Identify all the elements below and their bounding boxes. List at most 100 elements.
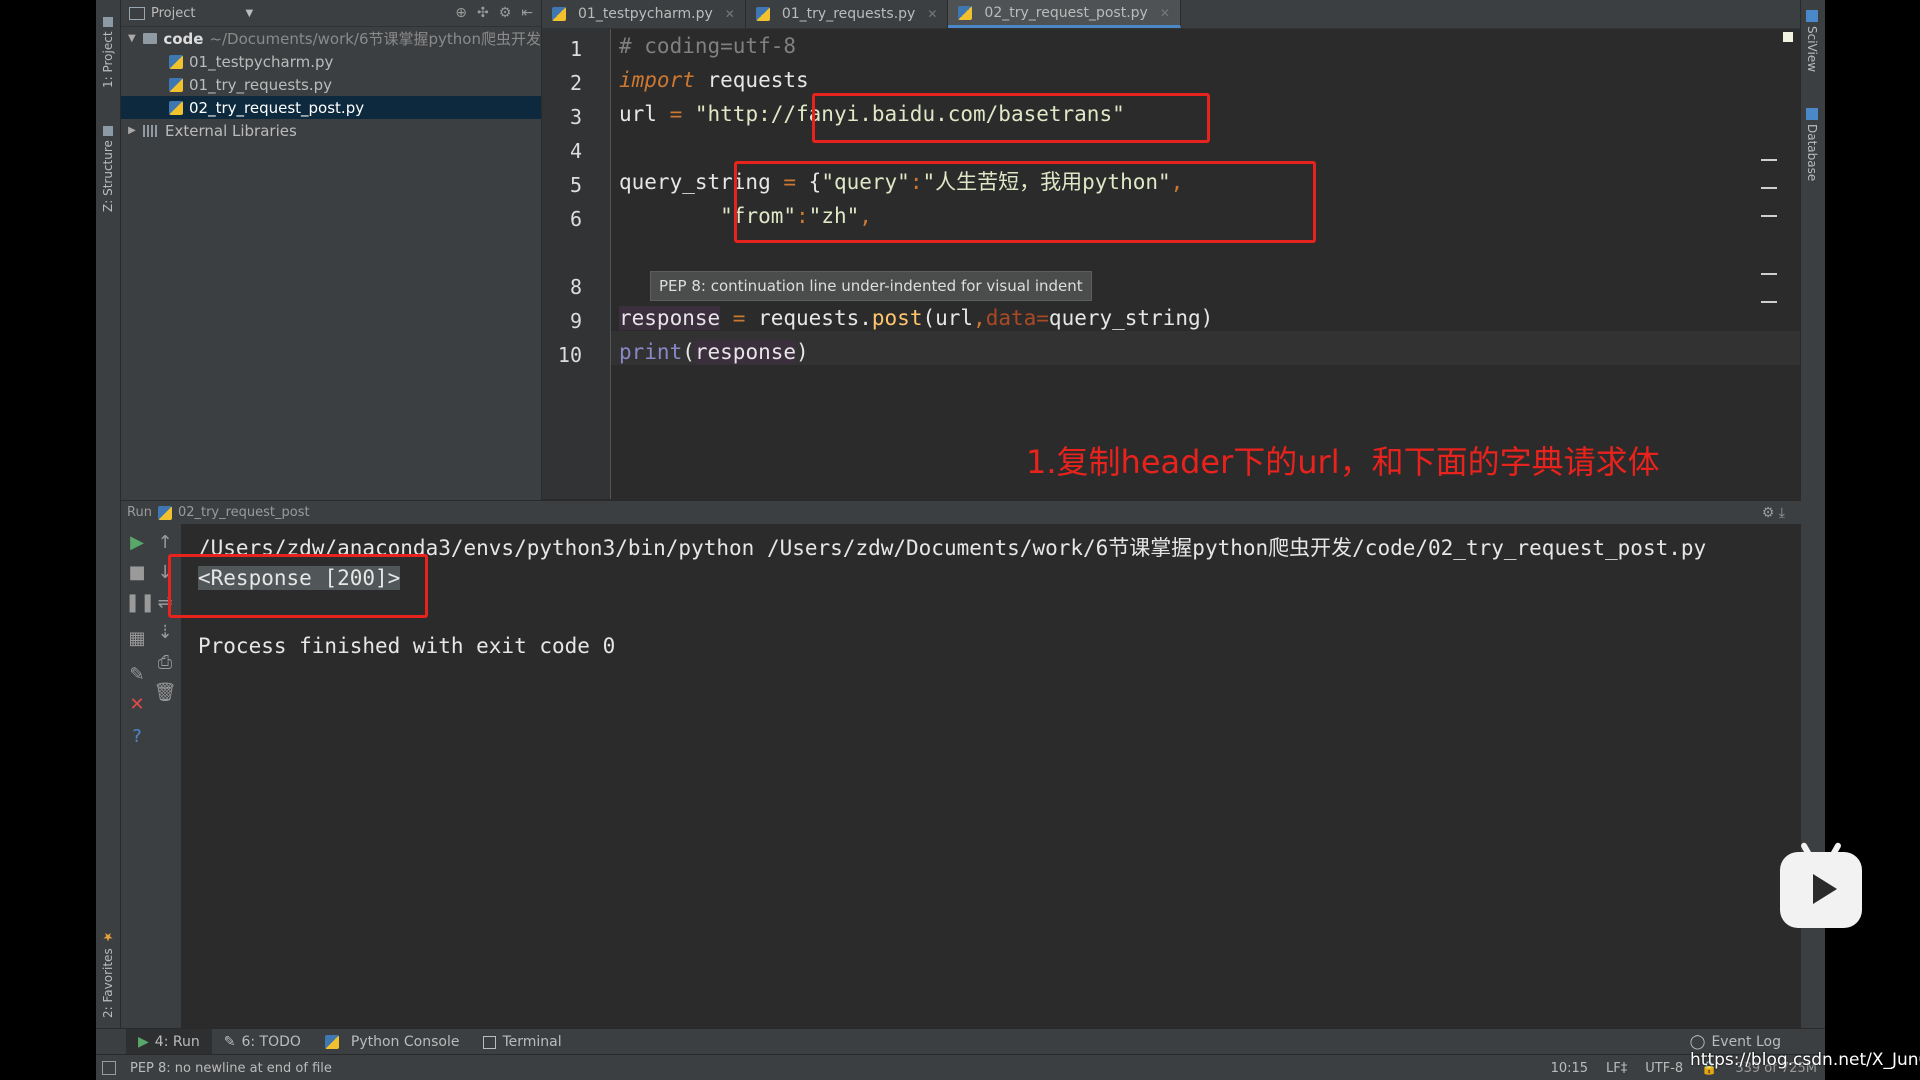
inspection-status-icon[interactable] [1783,32,1793,42]
tab-todo[interactable]: ✎ 6: TODO [212,1029,313,1055]
keyword-arg-token: data= [985,306,1049,330]
folder-icon [103,17,113,28]
trash-icon[interactable]: 🗑 [153,682,177,703]
libraries-label: External Libraries [165,121,297,140]
gear-icon[interactable]: ⚙ ⤓ [1762,505,1785,521]
favorites-tool-tab[interactable]: 2: Favorites ★ [98,918,118,1018]
code-line-10: print(response) [619,335,809,369]
expand-arrow-icon[interactable]: ▶ [125,125,139,136]
structure-icon [103,126,113,137]
tab-01-try-requests[interactable]: 01_try_requests.py ✕ [746,0,949,28]
tab-02-try-request-post[interactable]: 02_try_request_post.py ✕ [948,0,1181,28]
ide-window: 1: Project Z: Structure 2: Favorites ★ P… [96,0,1825,1080]
warning-marker[interactable] [1761,273,1777,275]
layout-icon[interactable]: ▦ [125,628,149,649]
close-icon[interactable]: ✕ [927,7,937,21]
url-highlight-box [812,93,1210,143]
sciview-tool-tab[interactable]: SciView [1805,10,1819,72]
pause-icon[interactable]: ❚❚ [125,592,155,613]
project-tool-tab[interactable]: 1: Project [98,8,118,88]
line-number: 1 [569,37,582,61]
comment-token: # coding=utf-8 [619,34,797,58]
line-number: 8 [569,275,582,299]
structure-tool-tab[interactable]: Z: Structure [98,112,118,212]
warning-marker[interactable] [1761,215,1777,217]
collapse-icon[interactable]: ✣ [477,5,489,21]
line-number: 5 [569,173,582,197]
library-icon [143,124,159,137]
file-name: 01_testpycharm.py [189,52,334,71]
hide-panel-icon[interactable]: ⇤ [521,5,533,21]
todo-icon: ✎ [223,1034,236,1050]
tab-01-testpycharm[interactable]: 01_testpycharm.py ✕ [542,0,746,28]
run-console-output[interactable]: /Users/zdw/anaconda3/envs/python3/bin/py… [168,524,1801,1028]
tab-python-console[interactable]: Python Console [313,1029,472,1055]
arrow-up-icon[interactable]: ↑ [153,532,177,553]
tree-file-01-try-requests[interactable]: 01_try_requests.py [121,73,541,96]
file-encoding[interactable]: UTF-8 [1645,1061,1683,1076]
event-log-button[interactable]: ◯ Event Log [1690,1034,1781,1050]
response-highlight-box [168,554,428,618]
tab-run-label: 4: Run [154,1034,200,1050]
warning-marker[interactable] [1761,159,1777,161]
close-icon[interactable]: ✕ [1160,6,1170,20]
folder-icon [142,33,158,44]
operator-token: , [973,306,986,330]
tab-label: 02_try_request_post.py [984,4,1148,21]
tab-terminal[interactable]: Terminal [471,1029,573,1055]
caret-position[interactable]: 10:15 [1551,1061,1588,1076]
tree-external-libraries[interactable]: ▶ External Libraries [121,119,541,142]
status-message: PEP 8: no newline at end of file [130,1060,332,1076]
line-separator[interactable]: LF‡ [1606,1061,1627,1076]
print-icon[interactable]: ⎙ [153,652,177,673]
event-log-label: Event Log [1711,1034,1781,1050]
help-icon[interactable]: ? [125,726,149,747]
terminal-icon [483,1035,497,1049]
python-file-icon [157,505,172,520]
pin-icon[interactable]: ✎ [125,664,149,685]
line-number: 10 [557,343,582,367]
python-file-icon [169,54,183,69]
project-panel-header: Project ▼ ⊕ ✣ ⚙ ⇤ [121,0,541,27]
status-bar: PEP 8: no newline at end of file 10:15 L… [96,1054,1825,1080]
run-config-name: 02_try_request_post [177,505,310,520]
paren-token: ) [796,340,809,364]
file-name: 01_try_requests.py [189,75,333,94]
chevron-down-icon[interactable]: ▼ [245,8,253,19]
python-file-icon [755,7,770,21]
star-icon: ★ [101,930,115,945]
tree-file-02-try-request-post[interactable]: 02_try_request_post.py [121,96,541,119]
scroll-to-end-icon[interactable]: ⇣ [153,622,177,643]
line-number-gutter: 1 2 3 4 5 6 8 9 10 [542,29,611,499]
project-view-selector[interactable]: Project [151,6,195,21]
gear-icon[interactable]: ⚙ [499,5,512,21]
python-file-icon [552,7,566,21]
bilibili-logo [1780,841,1862,928]
database-tool-tab[interactable]: Database [1805,108,1819,181]
tree-root-code[interactable]: ▼ code ~/Documents/work/6节课掌握python爬虫开发 [121,27,541,50]
tutorial-annotation: 1.复制header下的url，和下面的字典请求体 [1026,443,1660,481]
run-panel-header: Run 02_try_request_post ⚙ ⤓ [121,500,1801,524]
line-number: 2 [569,71,582,95]
sciview-icon [1806,10,1818,22]
operator-token: = [720,306,759,330]
object-token: requests. [758,306,872,330]
rerun-icon[interactable]: ▶ [125,532,149,553]
code-editor[interactable]: 1 2 3 4 5 6 8 9 10 # coding=utf-8 import… [542,29,1801,499]
stop-icon[interactable]: ■ [125,562,149,583]
toggle-tool-windows-icon[interactable] [102,1061,116,1075]
warning-marker[interactable] [1761,187,1777,189]
close-icon[interactable]: ✕ [125,694,149,715]
line-number: 9 [569,309,582,333]
tree-file-01-testpycharm[interactable]: 01_testpycharm.py [121,50,541,73]
tab-todo-label: 6: TODO [241,1034,301,1050]
project-tree: ▼ code ~/Documents/work/6节课掌握python爬虫开发 … [121,27,541,142]
close-icon[interactable]: ✕ [725,7,735,21]
tab-run[interactable]: ▶ 4: Run [126,1029,212,1055]
root-folder-name: code [163,29,204,48]
expand-arrow-icon[interactable]: ▼ [125,33,139,44]
error-stripe[interactable] [1761,29,1777,499]
operator-token: = [669,102,695,126]
warning-marker[interactable] [1761,301,1777,303]
locate-icon[interactable]: ⊕ [455,5,467,21]
